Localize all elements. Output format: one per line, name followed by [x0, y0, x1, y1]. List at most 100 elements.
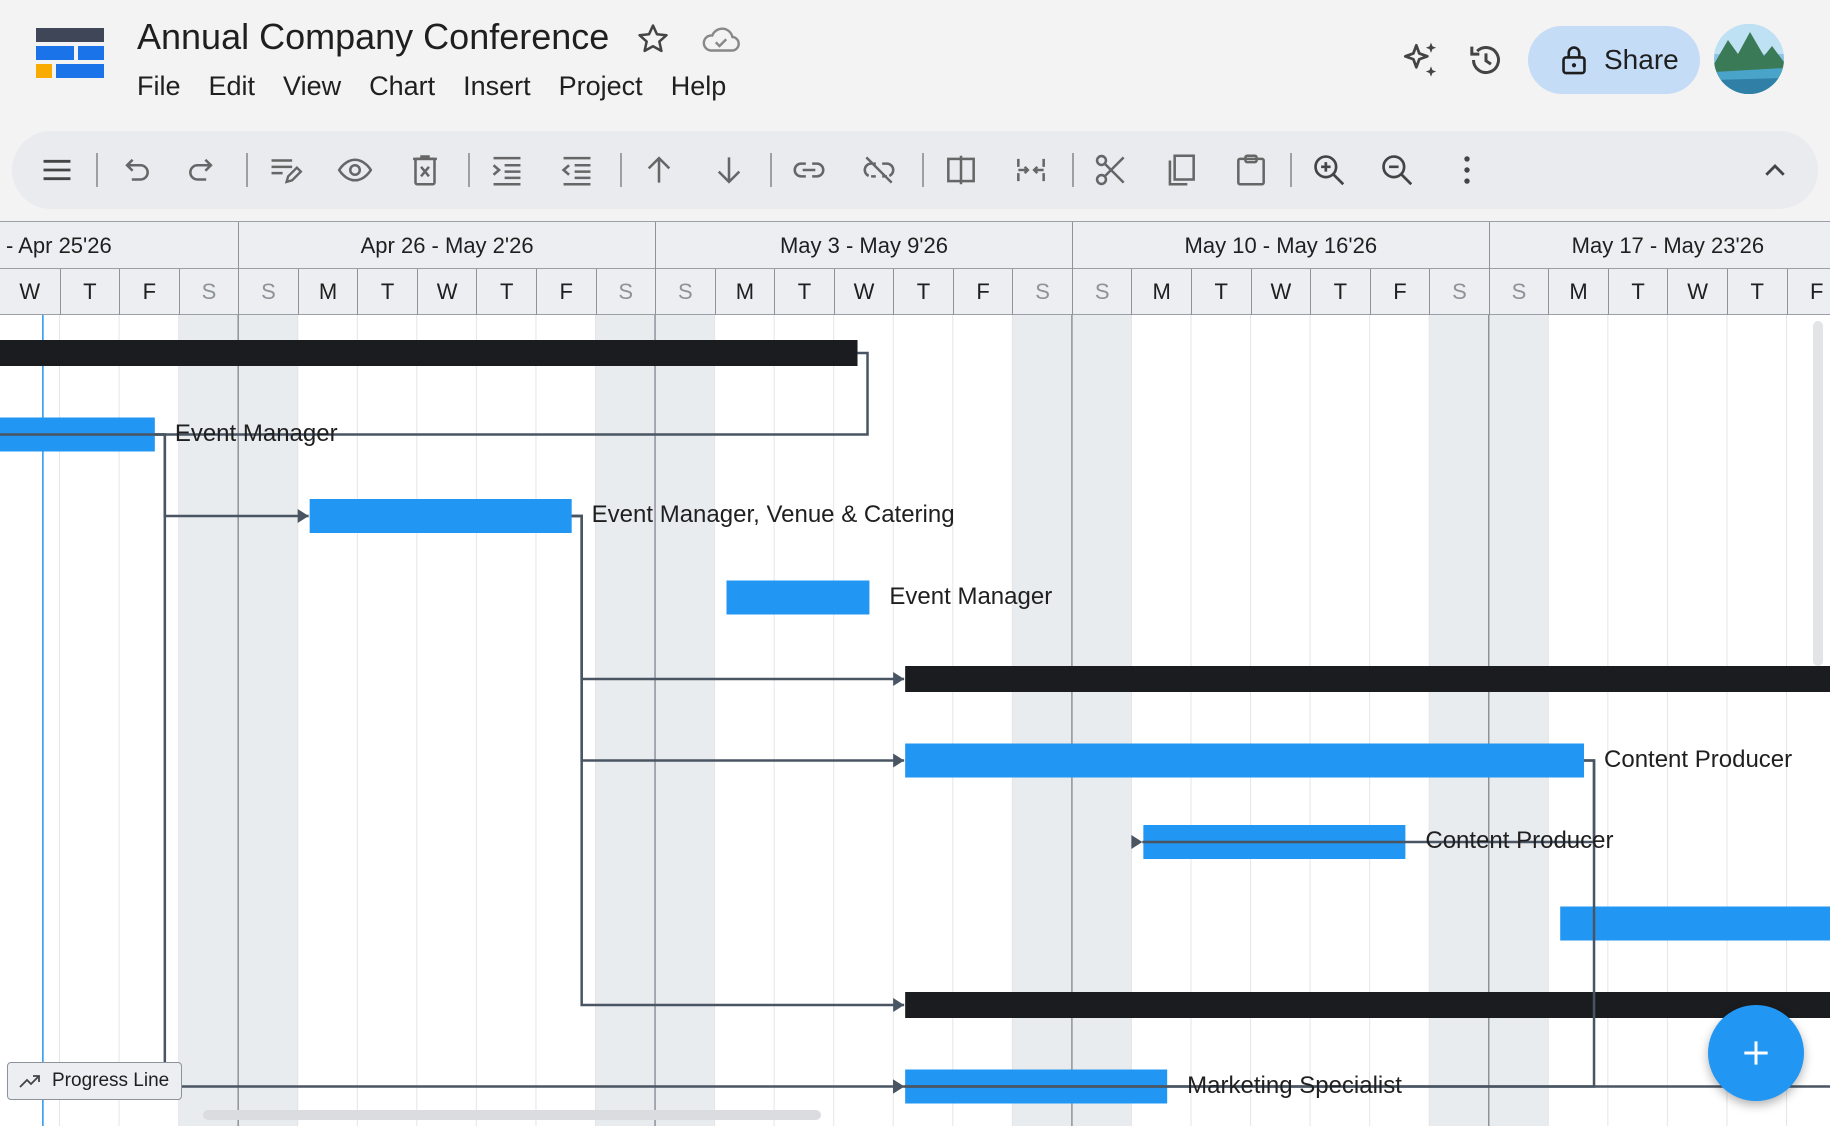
share-label: Share — [1604, 44, 1679, 75]
day-header: M — [297, 269, 358, 315]
day-header: W — [1250, 269, 1311, 315]
copy-icon[interactable] — [1162, 151, 1200, 189]
app-logo — [36, 28, 104, 92]
day-header: S — [1071, 269, 1132, 315]
move-up-icon[interactable] — [640, 151, 678, 189]
task-bar — [309, 499, 572, 533]
day-header: W — [19, 279, 41, 304]
toolbar-divider — [1290, 153, 1292, 187]
toolbar-divider — [468, 153, 470, 187]
move-down-icon[interactable] — [710, 151, 748, 189]
edit-task-icon[interactable] — [266, 151, 304, 189]
menu-project[interactable]: Project — [559, 68, 643, 104]
zoom-in-icon[interactable] — [1310, 151, 1348, 189]
user-avatar[interactable] — [1714, 24, 1784, 94]
app-window: Annual Company Conference File Edit View… — [0, 0, 1830, 1126]
toolbar-divider — [620, 153, 622, 187]
horizontal-scrollbar[interactable] — [203, 1110, 821, 1120]
day-header: F — [119, 269, 179, 315]
progress-line-label: Progress Line — [52, 1070, 170, 1091]
week-header: - Apr 25'26 — [6, 233, 112, 258]
day-header: S — [1012, 269, 1072, 315]
day-header: M — [714, 269, 775, 315]
toolbar-divider — [770, 153, 772, 187]
task-bar — [726, 580, 870, 615]
outdent-icon[interactable] — [558, 151, 596, 189]
sparkle-icon[interactable] — [1398, 38, 1442, 82]
unlink-icon[interactable] — [860, 151, 898, 189]
star-icon[interactable] — [634, 20, 672, 58]
day-header: S — [595, 269, 656, 315]
day-header: T — [893, 269, 953, 315]
day-header: W — [833, 269, 894, 315]
cut-icon[interactable] — [1092, 151, 1130, 189]
merge-icon[interactable] — [1012, 151, 1050, 189]
day-header: F — [1369, 269, 1430, 315]
share-button[interactable]: Share — [1528, 26, 1700, 94]
day-header: T — [1726, 269, 1787, 315]
task-bar — [1560, 906, 1830, 941]
document-title[interactable]: Annual Company Conference — [137, 16, 609, 58]
redo-icon[interactable] — [184, 151, 222, 189]
dependency-arrow — [297, 509, 309, 523]
day-header: F — [1786, 269, 1830, 315]
menu-insert[interactable]: Insert — [463, 68, 531, 104]
day-header: T — [476, 269, 536, 315]
toolbar-divider — [922, 153, 924, 187]
task-assignee-label: Content Producer — [1604, 745, 1793, 773]
menu-file[interactable]: File — [137, 68, 181, 104]
day-header: F — [535, 269, 596, 315]
week-header: Apr 26 - May 2'26 — [238, 222, 655, 270]
add-task-button[interactable] — [1708, 1005, 1804, 1101]
delete-icon[interactable] — [406, 151, 444, 189]
week-header: May 17 - May 23'26 — [1488, 222, 1830, 270]
dependency-arrow — [893, 672, 905, 686]
task-assignee-label: Content Producer — [1425, 827, 1614, 854]
menu-chart[interactable]: Chart — [369, 68, 435, 104]
task-assignee-label: Event Manager, Venue & Catering — [591, 501, 955, 528]
link-icon[interactable] — [790, 151, 828, 189]
vertical-scrollbar[interactable] — [1813, 321, 1823, 666]
day-header: T — [1191, 269, 1251, 315]
dependency-arrow — [893, 753, 905, 768]
day-header: F — [952, 269, 1013, 315]
zoom-out-icon[interactable] — [1378, 151, 1416, 189]
menu-help[interactable]: Help — [671, 68, 727, 104]
day-header: S — [1429, 269, 1489, 315]
gantt-chart: - Apr 25'26 Apr 26 - May 2'26 May 3 - May … — [0, 221, 1830, 1126]
week-header: May 10 - May 16'26 — [1071, 222, 1489, 270]
plus-icon — [1744, 1041, 1768, 1065]
indent-icon[interactable] — [488, 151, 526, 189]
cloud-saved-icon[interactable] — [700, 22, 742, 58]
task-assignee-label: Event Manager — [174, 419, 338, 447]
task-assignee-label: Event Manager — [889, 582, 1053, 610]
toolbar — [12, 131, 1818, 209]
progress-line-button[interactable]: Progress Line — [7, 1062, 183, 1100]
week-header: May 3 - May 9'26 — [655, 222, 1072, 270]
undo-icon[interactable] — [116, 151, 154, 189]
summary-bar — [0, 340, 858, 366]
menu-icon[interactable] — [38, 151, 76, 189]
day-header: S — [1488, 269, 1549, 315]
summary-bar — [905, 992, 1830, 1018]
split-icon[interactable] — [942, 151, 980, 189]
menu-view[interactable]: View — [283, 68, 341, 104]
day-header: T — [1607, 269, 1668, 315]
task-assignee-label: Marketing Specialist — [1187, 1071, 1402, 1099]
collapse-toolbar-icon[interactable] — [1756, 151, 1794, 189]
dependency-arrow — [893, 998, 905, 1012]
lock-icon — [1562, 46, 1586, 75]
day-header: W — [1667, 269, 1727, 315]
dependency-arrow — [1131, 835, 1143, 849]
view-icon[interactable] — [336, 151, 374, 189]
day-header: S — [238, 269, 298, 315]
paste-icon[interactable] — [1232, 151, 1270, 189]
day-header: S — [655, 269, 715, 315]
summary-bar — [905, 666, 1830, 692]
menu-edit[interactable]: Edit — [209, 68, 256, 104]
day-header: M — [1131, 269, 1191, 315]
more-icon[interactable] — [1448, 151, 1486, 189]
trending-icon — [19, 1075, 40, 1088]
history-icon[interactable] — [1466, 40, 1506, 80]
toolbar-divider — [1072, 153, 1074, 187]
